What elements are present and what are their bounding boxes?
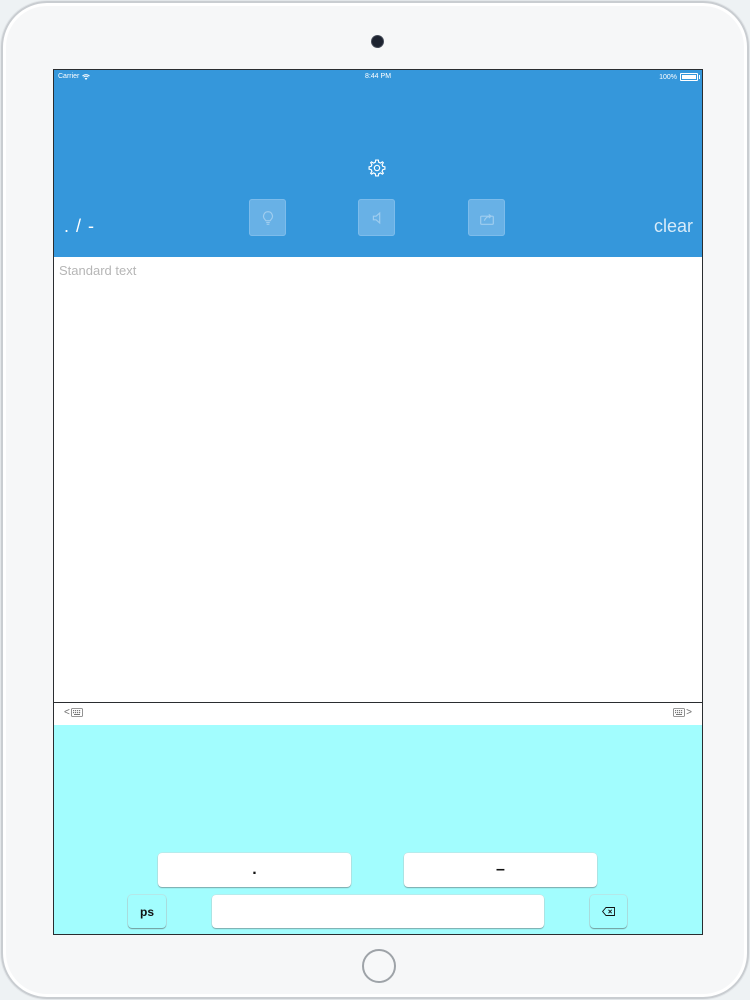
- battery-icon: [680, 73, 700, 81]
- lightbulb-button[interactable]: [249, 199, 286, 236]
- keyboard-icon: [673, 708, 686, 717]
- gear-icon[interactable]: [367, 158, 387, 178]
- previous-keyboard-button[interactable]: <: [64, 707, 83, 718]
- status-right: 100%: [659, 73, 700, 81]
- chevron-left-icon: <: [64, 707, 70, 718]
- clear-button[interactable]: clear: [654, 216, 693, 237]
- front-camera: [372, 36, 383, 47]
- lightbulb-icon: [262, 210, 273, 225]
- chevron-right-icon: >: [686, 707, 692, 718]
- editor-placeholder: Standard text: [59, 263, 137, 278]
- morse-keyboard: . – ps: [54, 725, 702, 934]
- dash-key[interactable]: –: [404, 853, 597, 887]
- status-bar: Carrier 8:44 PM 100%: [54, 70, 702, 84]
- share-button[interactable]: [468, 199, 505, 236]
- next-keyboard-button[interactable]: >: [673, 707, 692, 718]
- ipad-frame: Carrier 8:44 PM 100% . / - clear Standar…: [1, 1, 749, 999]
- text-editor[interactable]: Standard text: [54, 257, 702, 703]
- dot-key[interactable]: .: [158, 853, 351, 887]
- delete-key[interactable]: [590, 895, 627, 928]
- share-icon: [479, 213, 494, 225]
- space-key[interactable]: [212, 895, 544, 928]
- speaker-icon: [372, 211, 380, 224]
- keyboard-icon: [70, 708, 83, 717]
- app-header: Carrier 8:44 PM 100% . / - clear: [54, 70, 702, 257]
- backspace-icon: [602, 907, 615, 916]
- keyboard-toolbar: < >: [54, 703, 702, 725]
- speaker-button[interactable]: [358, 199, 395, 236]
- clock: 8:44 PM: [364, 73, 392, 80]
- battery-percent: 100%: [659, 73, 677, 81]
- home-button[interactable]: [362, 949, 396, 983]
- ps-key[interactable]: ps: [128, 895, 166, 928]
- mode-label[interactable]: . / -: [64, 216, 95, 237]
- app-screen: Carrier 8:44 PM 100% . / - clear Standar…: [53, 69, 703, 935]
